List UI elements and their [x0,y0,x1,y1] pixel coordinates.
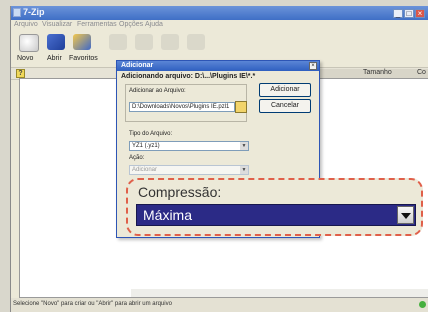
compression-dropdown-button[interactable] [397,206,414,224]
extract-icon[interactable] [109,34,127,50]
chevron-down-icon [401,213,411,219]
toolbar-open-label[interactable]: Abrir [47,55,62,62]
title-bar[interactable]: 7-Zip _ □ × [11,6,428,20]
open-icon[interactable] [47,34,65,50]
action-select[interactable]: Adicionar ▼ [129,165,249,175]
status-indicator-icon [419,301,426,308]
menu-options[interactable]: Opções [119,21,143,28]
dialog-close-icon[interactable]: × [309,62,317,70]
status-bar: Selecione "Novo" para criar ou "Abrir" p… [11,298,428,312]
favorites-icon[interactable] [73,34,91,50]
copy-icon[interactable] [161,34,179,50]
new-icon[interactable] [19,34,39,52]
browse-folder-icon[interactable] [235,101,247,113]
status-text: Selecione "Novo" para criar ou "Abrir" p… [13,301,172,307]
archive-type-value: YZ1 (.yz1) [132,143,160,149]
archive-type-select[interactable]: YZ1 (.yz1) ▼ [129,141,249,151]
cancel-button[interactable]: Cancelar [259,99,311,113]
help-icon[interactable]: ? [16,69,25,78]
app-icon [13,8,21,17]
archive-path-field[interactable]: D:\Downloads\Novos\Plugins IE.pzl1 [129,102,235,112]
archive-type-label: Tipo do Arquivo: [129,131,173,137]
toolbar-new-label[interactable]: Novo [17,55,33,62]
maximize-icon[interactable]: □ [404,9,414,18]
close-icon[interactable]: × [415,9,425,18]
menu-view[interactable]: Visualizar [42,21,72,28]
toolbar-favorites-label[interactable]: Favoritos [69,55,98,62]
info-icon[interactable] [187,34,205,50]
dialog-title-bar[interactable]: Adicionar × [117,61,319,71]
dialog-title: Adicionar [121,62,154,69]
action-label: Ação: [129,155,145,161]
compression-label: Compressão: [138,184,222,200]
column-co[interactable]: Co [417,69,426,76]
compression-callout: Compressão: Máxima [126,178,423,236]
menu-help[interactable]: Ajuda [145,21,163,28]
chevron-down-icon[interactable]: ▼ [240,142,248,150]
menu-file[interactable]: Arquivo [14,21,38,28]
action-value: Adicionar [132,167,158,173]
minimize-icon[interactable]: _ [393,9,403,18]
dialog-heading: Adicionando arquivo: D:\...\Plugins IE\*… [121,73,256,80]
horizontal-scrollbar[interactable] [131,289,428,297]
archive-path-label: Adicionar ao Arquivo: [129,88,186,94]
chevron-down-icon[interactable]: ▼ [240,166,248,174]
compression-select[interactable]: Máxima [136,204,416,226]
menu-tools[interactable]: Ferramentas [77,21,117,28]
window-title: 7-Zip [23,7,45,17]
menu-bar: Arquivo Visualizar Ferramentas Opções Aj… [11,20,428,31]
add-button[interactable]: Adicionar [259,83,311,97]
test-icon[interactable] [135,34,153,50]
column-size[interactable]: Tamanho [363,69,392,76]
compression-value: Máxima [143,207,193,223]
